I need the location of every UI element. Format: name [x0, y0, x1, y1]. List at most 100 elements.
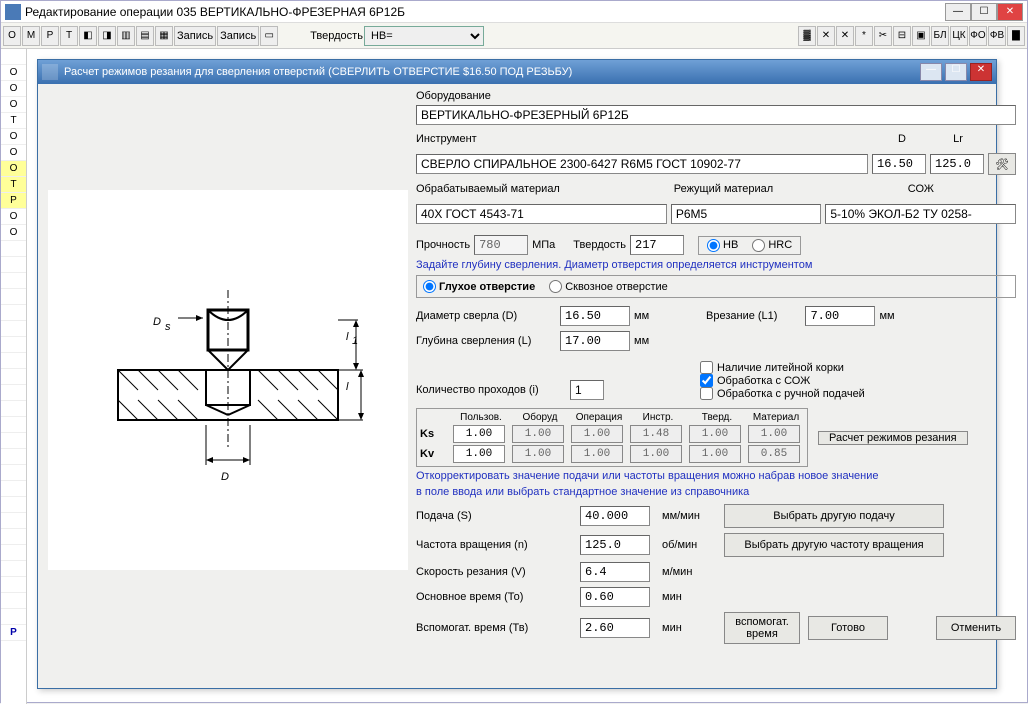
entry-field[interactable]: 7.00 — [805, 306, 875, 326]
gutter-cell[interactable]: О — [1, 145, 26, 161]
tool-o[interactable]: О — [3, 26, 21, 46]
hb-radio[interactable]: HB — [707, 239, 738, 252]
delete-icon[interactable]: ✕ — [836, 26, 854, 46]
passes-field[interactable]: 1 — [570, 380, 604, 400]
blind-hole-radio[interactable]: Глухое отверстие — [423, 280, 535, 293]
delete-icon[interactable]: ✕ — [817, 26, 835, 46]
aux-time-button[interactable]: вспомогат. время — [724, 612, 800, 644]
gutter-cell[interactable] — [1, 449, 26, 465]
gutter-cell[interactable] — [1, 321, 26, 337]
choose-feed-button[interactable]: Выбрать другую подачу — [724, 504, 944, 528]
gutter-cell[interactable] — [1, 609, 26, 625]
lr-field[interactable]: 125.0 — [930, 154, 984, 174]
gutter-cell[interactable] — [1, 497, 26, 513]
coolant-checkbox[interactable]: Обработка с СОЖ — [700, 374, 1016, 387]
hardness-dropdown[interactable]: HB= — [364, 26, 484, 46]
svg-text:1: 1 — [352, 335, 358, 347]
gutter-cell[interactable]: Т — [1, 113, 26, 129]
gutter-cell[interactable] — [1, 257, 26, 273]
ks-user[interactable] — [453, 425, 505, 443]
tool-r[interactable]: Р — [41, 26, 59, 46]
dialog-maximize-button[interactable]: ☐ — [945, 63, 967, 81]
tool-bl[interactable]: БЛ — [931, 26, 949, 46]
tool-fo[interactable]: ФО — [969, 26, 987, 46]
tool-generic-icon[interactable]: ▦ — [155, 26, 173, 46]
gutter-cell[interactable] — [1, 289, 26, 305]
gutter-cell[interactable] — [1, 49, 26, 65]
dialog-close-button[interactable]: ✕ — [970, 63, 992, 81]
gutter-cell[interactable] — [1, 385, 26, 401]
close-button[interactable]: ✕ — [997, 3, 1023, 21]
gutter-cell[interactable]: Т — [1, 177, 26, 193]
gutter-cell[interactable] — [1, 337, 26, 353]
gutter-cell[interactable] — [1, 241, 26, 257]
gutter-cell[interactable] — [1, 433, 26, 449]
gutter-cell[interactable] — [1, 417, 26, 433]
gutter-cell[interactable] — [1, 593, 26, 609]
gutter-cell[interactable]: О — [1, 65, 26, 81]
tool-ruler-icon[interactable]: ⊟ — [893, 26, 911, 46]
gutter-cell[interactable]: О — [1, 97, 26, 113]
tool-book-icon[interactable]: ▣ — [912, 26, 930, 46]
svg-text:l: l — [346, 381, 349, 393]
tool-scissors-icon[interactable]: ✂ — [874, 26, 892, 46]
done-button[interactable]: Готово — [808, 616, 888, 640]
rpm-field[interactable]: 125.0 — [580, 535, 650, 555]
diameter-field[interactable]: 16.50 — [560, 306, 630, 326]
hole-type-group: Глухое отверстие Сквозное отверстие — [416, 275, 1016, 298]
tv-field[interactable]: 2.60 — [580, 618, 650, 638]
minimize-button[interactable]: — — [945, 3, 971, 21]
tool-star-icon[interactable]: * — [855, 26, 873, 46]
feed-field[interactable]: 40.000 — [580, 506, 650, 526]
maximize-button[interactable]: ☐ — [971, 3, 997, 21]
tool-fv[interactable]: ФВ — [988, 26, 1006, 46]
gutter-cell[interactable] — [1, 561, 26, 577]
through-hole-radio[interactable]: Сквозное отверстие — [549, 280, 668, 293]
tool-generic-icon[interactable]: ▓ — [798, 26, 816, 46]
depth-field[interactable]: 17.00 — [560, 331, 630, 351]
choose-rpm-button[interactable]: Выбрать другую частоту вращения — [724, 533, 944, 557]
tool-generic-icon[interactable]: ▤ — [136, 26, 154, 46]
tool-color-icon[interactable]: ▇ — [1007, 26, 1025, 46]
gutter-cell[interactable] — [1, 577, 26, 593]
strength-unit: МПа — [532, 239, 555, 251]
tool-m[interactable]: М — [22, 26, 40, 46]
tool-generic-icon[interactable]: ▥ — [117, 26, 135, 46]
gutter-cell[interactable]: P — [1, 625, 26, 641]
gutter-cell[interactable] — [1, 305, 26, 321]
cancel-button[interactable]: Отменить — [936, 616, 1016, 640]
tool-picker-button[interactable]: 🛠 — [988, 153, 1016, 175]
tool-ck[interactable]: ЦК — [950, 26, 968, 46]
gutter-cell[interactable] — [1, 353, 26, 369]
tool-generic-icon[interactable]: ▭ — [260, 26, 278, 46]
hrc-radio[interactable]: HRC — [752, 239, 792, 252]
gutter-cell[interactable]: О — [1, 161, 26, 177]
hardness2-field[interactable]: 217 — [630, 235, 684, 255]
gutter-cell[interactable] — [1, 481, 26, 497]
manual-feed-checkbox[interactable]: Обработка с ручной подачей — [700, 387, 1016, 400]
dialog-minimize-button[interactable]: — — [920, 63, 942, 81]
gutter-cell[interactable] — [1, 401, 26, 417]
d-field[interactable]: 16.50 — [872, 154, 926, 174]
gutter-cell[interactable] — [1, 273, 26, 289]
gutter-cell[interactable] — [1, 513, 26, 529]
gutter-cell[interactable]: О — [1, 225, 26, 241]
gutter-cell[interactable]: О — [1, 129, 26, 145]
gutter-cell[interactable]: Р — [1, 193, 26, 209]
gutter-cell[interactable] — [1, 545, 26, 561]
coolant-label: СОЖ — [826, 183, 1016, 195]
gutter-cell[interactable]: О — [1, 81, 26, 97]
tool-generic-icon[interactable]: ◨ — [98, 26, 116, 46]
calculate-button[interactable]: Расчет режимов резания — [818, 431, 968, 445]
cast-crust-checkbox[interactable]: Наличие литейной корки — [700, 361, 1016, 374]
kv-user[interactable] — [453, 445, 505, 463]
min-unit: мин — [662, 591, 720, 603]
zapis2-button[interactable]: Запись — [217, 26, 259, 46]
gutter-cell[interactable] — [1, 465, 26, 481]
tool-generic-icon[interactable]: ◧ — [79, 26, 97, 46]
gutter-cell[interactable] — [1, 369, 26, 385]
gutter-cell[interactable]: О — [1, 209, 26, 225]
zapis1-button[interactable]: Запись — [174, 26, 216, 46]
tool-t[interactable]: Т — [60, 26, 78, 46]
gutter-cell[interactable] — [1, 529, 26, 545]
